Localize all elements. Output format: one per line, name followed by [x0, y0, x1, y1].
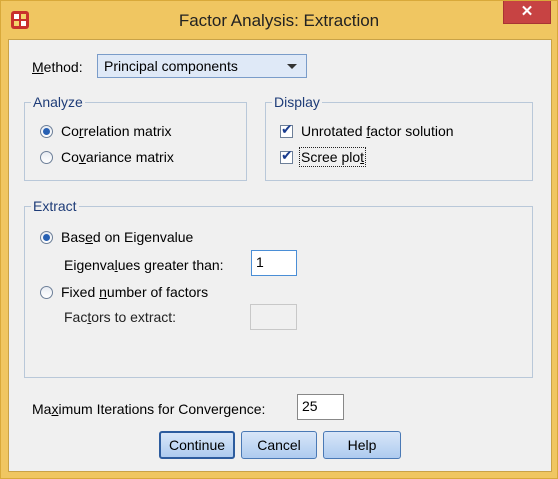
- chevron-down-icon: [287, 64, 297, 69]
- close-button[interactable]: ✕: [503, 1, 551, 24]
- correlation-matrix-radio[interactable]: [40, 125, 53, 138]
- max-iterations-label: Maximum Iterations for Convergence:: [32, 401, 266, 417]
- analyze-legend: Analyze: [31, 94, 85, 110]
- dialog-body: Method: Principal components Analyze Cor…: [8, 39, 552, 472]
- unrotated-solution-checkbox[interactable]: [280, 122, 293, 138]
- cancel-button[interactable]: Cancel: [241, 431, 317, 459]
- window-title: Factor Analysis: Extraction: [178, 11, 380, 30]
- continue-button[interactable]: Continue: [159, 431, 235, 459]
- method-selected-value: Principal components: [104, 58, 238, 74]
- display-legend: Display: [272, 94, 322, 110]
- eigenvalue-threshold-input[interactable]: 1: [251, 250, 297, 276]
- fixed-factors-label[interactable]: Fixed number of factors: [61, 284, 208, 300]
- covariance-matrix-radio[interactable]: [40, 151, 53, 164]
- correlation-matrix-label[interactable]: Correlation matrix: [61, 123, 172, 139]
- scree-plot-checkbox[interactable]: [280, 148, 293, 164]
- extract-legend: Extract: [31, 198, 79, 214]
- factors-to-extract-input[interactable]: [250, 304, 297, 330]
- factors-to-extract-label: Factors to extract:: [64, 309, 177, 325]
- method-dropdown[interactable]: Principal components: [97, 54, 307, 78]
- eigenvalue-threshold-label: Eigenvalues greater than:: [64, 257, 224, 273]
- covariance-matrix-label[interactable]: Covariance matrix: [61, 149, 174, 165]
- help-button[interactable]: Help: [323, 431, 401, 459]
- method-label: Method:: [32, 59, 83, 75]
- analyze-group: Analyze: [24, 94, 247, 181]
- close-icon: ✕: [520, 3, 534, 20]
- max-iterations-input[interactable]: 25: [297, 394, 344, 420]
- unrotated-solution-label[interactable]: Unrotated factor solution: [301, 123, 454, 139]
- display-group: Display: [265, 94, 533, 181]
- eigenvalue-radio[interactable]: [40, 231, 53, 244]
- eigenvalue-option-label[interactable]: Based on Eigenvalue: [61, 229, 193, 245]
- fixed-factors-radio[interactable]: [40, 286, 53, 299]
- title-bar[interactable]: Factor Analysis: Extraction ✕: [1, 1, 557, 39]
- dialog-window: Factor Analysis: Extraction ✕ Method: Pr…: [0, 0, 558, 479]
- scree-plot-label[interactable]: Scree plot: [298, 147, 367, 167]
